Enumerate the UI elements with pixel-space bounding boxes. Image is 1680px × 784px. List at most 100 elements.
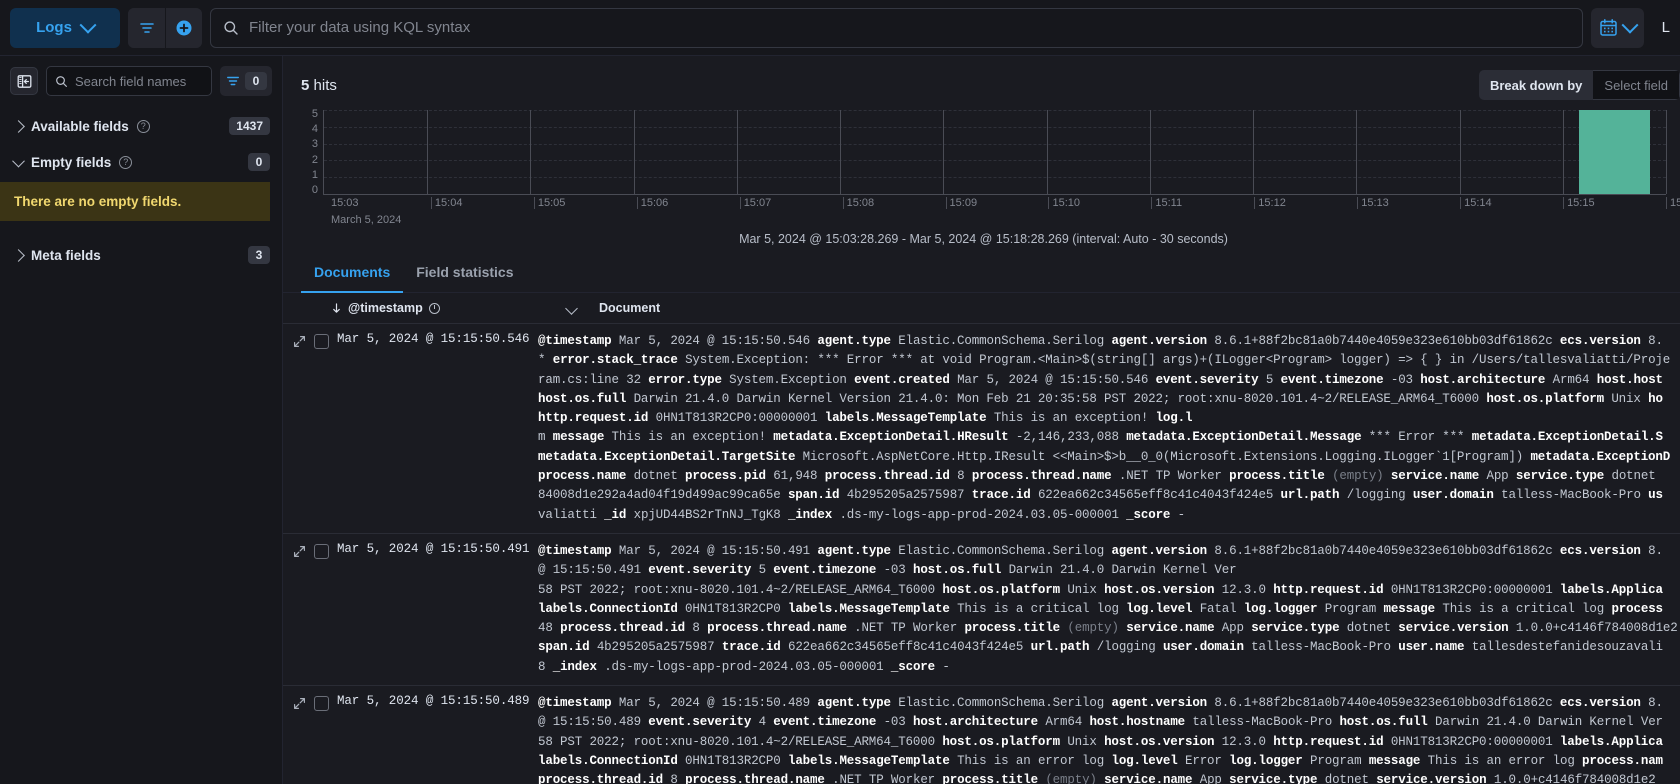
help-icon[interactable]: ? xyxy=(119,155,133,169)
document-line: 58 PST 2022; root:xnu-8020.101.4~2/RELEA… xyxy=(538,733,1680,752)
x-axis-tick: 15:11 xyxy=(1151,197,1182,209)
field-value: This is an error log xyxy=(1427,753,1575,768)
documents-table: @timestamp Document Mar 5, 2024 @ 15:15:… xyxy=(283,293,1680,784)
field-value: Fatal xyxy=(1199,601,1237,616)
field-filter-icon xyxy=(227,76,239,86)
search-icon xyxy=(56,75,67,87)
field-name: metadata.ExceptionDetail.S xyxy=(1471,430,1663,445)
field-value: Mar 5, 2024 @ 15:15:50.546 xyxy=(618,334,811,348)
column-menu-icon[interactable] xyxy=(565,301,578,315)
search-input[interactable] xyxy=(249,19,1570,36)
field-name: url.path xyxy=(1280,488,1340,503)
sort-descending-icon[interactable] xyxy=(331,302,342,314)
field-value: Program xyxy=(1310,753,1362,768)
field-name: host.os.version xyxy=(1104,734,1215,749)
field-name: labels.ConnectionId xyxy=(538,753,678,768)
field-name: log.level xyxy=(1111,753,1178,768)
field-name: process.thread.name xyxy=(685,773,825,784)
date-range-label[interactable]: L xyxy=(1652,8,1670,48)
column-header-timestamp[interactable]: @timestamp xyxy=(283,301,533,315)
expand-row-icon[interactable] xyxy=(293,335,306,348)
field-value: *** Error *** xyxy=(1368,430,1465,445)
x-axis-tick: 15:13 xyxy=(1357,197,1389,209)
field-name: _id xyxy=(604,507,627,522)
column-header-timestamp-label: @timestamp xyxy=(348,301,423,315)
chart-gridline xyxy=(324,143,1666,145)
table-row[interactable]: Mar 5, 2024 @ 15:15:50.489 @timestamp Mar… xyxy=(283,686,1680,784)
field-name: metadata.ExceptionD xyxy=(1530,449,1671,464)
breakdown-label: Break down by xyxy=(1478,70,1594,100)
field-value: Unix xyxy=(1067,734,1097,749)
document-line: process.thread.id 8 process.thread.name … xyxy=(538,771,1680,784)
field-value: 1.0.0+c4146f784008d1e2 xyxy=(1493,773,1656,784)
row-document-cell: @timestamp Mar 5, 2024 @ 15:15:50.491 ag… xyxy=(533,542,1680,677)
sidebar-section-empty-fields[interactable]: Empty fields ? 0 xyxy=(0,144,282,180)
expand-row-icon[interactable] xyxy=(293,697,306,710)
field-value: Mar 5, 2024 @ 15:15:50.489 xyxy=(618,696,811,711)
sidebar-section-available-fields[interactable]: Available fields ? 1437 xyxy=(0,108,282,144)
field-name: host.os.platform xyxy=(942,734,1060,749)
field-value: Unix xyxy=(1611,391,1641,406)
sidebar-section-meta-fields[interactable]: Meta fields 3 xyxy=(0,237,282,273)
field-name: process.thread.id xyxy=(538,773,663,784)
row-checkbox[interactable] xyxy=(314,334,329,349)
row-checkbox[interactable] xyxy=(314,696,329,712)
chart-tick-rule xyxy=(1253,110,1255,194)
kql-search-bar[interactable] xyxy=(210,7,1583,48)
field-value: 8. xyxy=(1648,334,1663,348)
field-filter-button[interactable]: 0 xyxy=(220,66,272,96)
collapse-sidebar-button[interactable] xyxy=(10,67,38,95)
field-value: talless-MacBook-Pro xyxy=(1192,715,1333,730)
data-view-selector[interactable]: Logs xyxy=(10,7,120,48)
tab-documents[interactable]: Documents xyxy=(301,256,404,293)
x-axis-tick: 15:15 xyxy=(1563,197,1595,209)
x-axis-tick: 15:08 xyxy=(842,197,874,209)
field-value: 8 xyxy=(957,469,965,484)
field-value: 5 xyxy=(758,563,767,578)
chevron-right-icon xyxy=(12,119,25,133)
expand-row-icon[interactable] xyxy=(293,545,306,558)
search-field-names-input[interactable] xyxy=(75,73,203,89)
field-value: /logging xyxy=(1346,488,1406,503)
field-name: process.title xyxy=(1229,469,1325,484)
field-value: valiatti xyxy=(538,507,597,522)
x-axis-tick: 15:10 xyxy=(1048,197,1080,209)
field-value: * xyxy=(538,353,546,368)
filter-icon-button[interactable] xyxy=(128,7,165,48)
table-row[interactable]: Mar 5, 2024 @ 15:15:50.491 @timestamp Mar… xyxy=(283,534,1680,687)
field-value: 0HN1T813R2CP0:00000001 xyxy=(655,411,818,426)
help-icon[interactable]: ? xyxy=(136,119,150,133)
date-picker-button[interactable] xyxy=(1590,7,1644,48)
chart-plot-area[interactable] xyxy=(323,110,1667,195)
field-name: url.path xyxy=(1030,640,1090,655)
row-document-cell: @timestamp Mar 5, 2024 @ 15:15:50.546 ag… xyxy=(533,332,1680,525)
document-line: labels.ConnectionId 0HN1T813R2CP0 labels… xyxy=(538,600,1680,619)
column-header-document[interactable]: Document xyxy=(594,301,660,315)
field-name: _index xyxy=(552,659,597,674)
field-name: host.os.full xyxy=(1339,715,1428,730)
x-axis-tick: 15:07 xyxy=(739,197,771,209)
row-checkbox[interactable] xyxy=(314,543,329,559)
clock-icon xyxy=(428,302,440,314)
row-timestamp-cell: Mar 5, 2024 @ 15:15:50.546 xyxy=(283,332,533,525)
chart-bar[interactable] xyxy=(1578,110,1650,194)
chart-y-axis: 5 4 3 2 1 0 xyxy=(301,109,323,196)
chart-time-range-label: Mar 5, 2024 @ 15:03:28.269 - Mar 5, 2024… xyxy=(739,232,1228,246)
field-value: 8.6.1+88f2bc81a0b7440e4059e323e610bb03df… xyxy=(1214,696,1553,711)
field-name: event.timezone xyxy=(1280,372,1384,387)
field-value: System.Exception: *** Error *** at void … xyxy=(685,353,1671,368)
field-value: 84008d1e292a4ad04f19d499ac99ca65e xyxy=(538,488,781,503)
field-value: 4b295205a2575987 xyxy=(846,488,965,503)
field-value: 8 xyxy=(538,659,546,674)
table-row[interactable]: Mar 5, 2024 @ 15:15:50.546 @timestamp Mar… xyxy=(283,324,1680,534)
document-line: process.name dotnet process.pid 61,948 p… xyxy=(538,467,1680,486)
field-name: host.os.platform xyxy=(1486,391,1604,406)
document-line: host.os.full Darwin 21.4.0 Darwin Kernel… xyxy=(538,390,1680,409)
row-timestamp-value: Mar 5, 2024 @ 15:15:50.489 xyxy=(337,694,530,709)
add-filter-button[interactable] xyxy=(165,7,202,48)
field-search-box[interactable] xyxy=(46,66,212,96)
hits-row: 5 hits Break down by Select field xyxy=(283,56,1680,106)
tab-field-statistics[interactable]: Field statistics xyxy=(403,256,526,293)
breakdown-field-select[interactable]: Select field xyxy=(1593,70,1680,100)
document-line: http.request.id 0HN1T813R2CP0:00000001 l… xyxy=(538,409,1680,428)
